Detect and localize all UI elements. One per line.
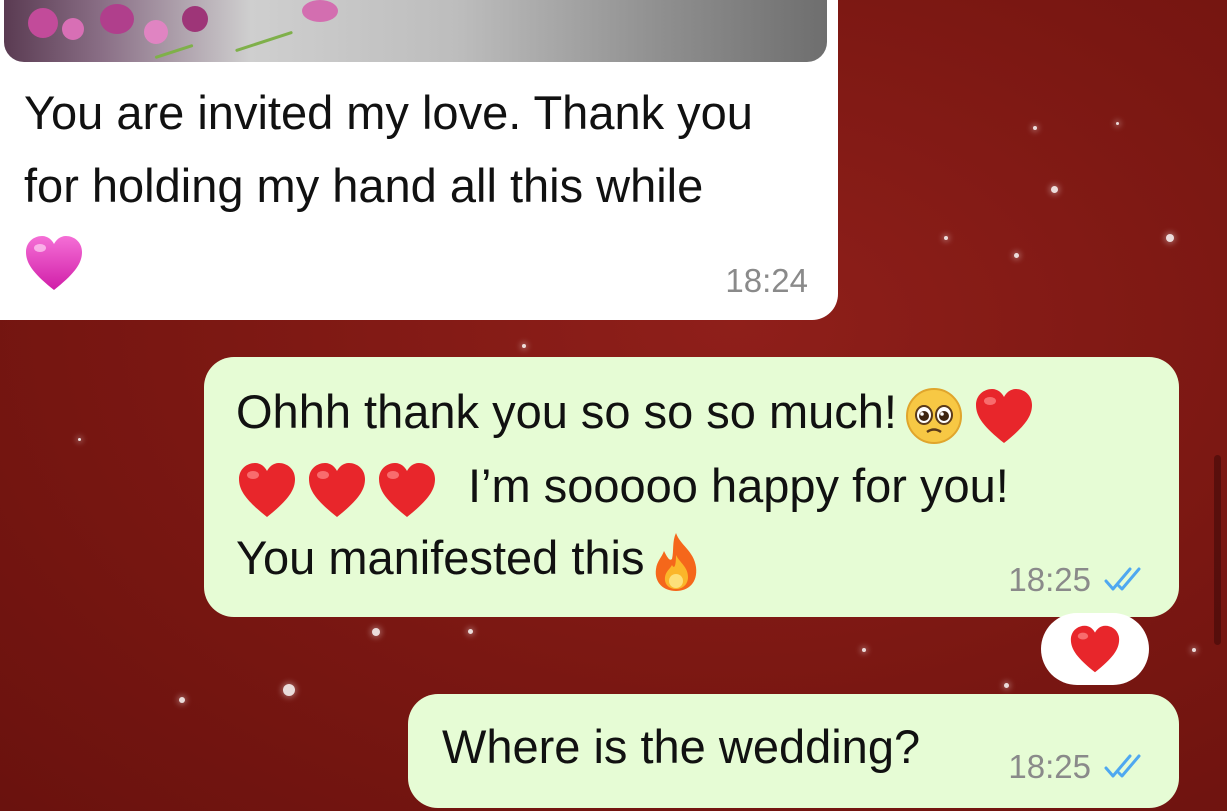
- incoming-message-bubble[interactable]: You are invited my love. Thank you for h…: [0, 0, 838, 320]
- outgoing-message-bubble[interactable]: Where is the wedding? 18:25: [408, 694, 1179, 808]
- red-heart-emoji-icon: [309, 462, 365, 517]
- outgoing-message-line1: Ohhh thank you so so so much!: [236, 375, 1035, 448]
- incoming-message-time: 18:24: [725, 262, 808, 299]
- message-reaction-chip[interactable]: [1041, 613, 1149, 685]
- pleading-face-emoji-icon: [905, 387, 962, 444]
- red-heart-emoji-icon: [975, 388, 1032, 443]
- outgoing-message-line3-text: You manifested this: [236, 531, 645, 584]
- image-attachment-preview[interactable]: [4, 0, 827, 62]
- read-receipt-double-check-icon: [1104, 754, 1141, 778]
- read-receipt-double-check-icon: [1104, 567, 1141, 591]
- outgoing-message-time: 18:25: [1008, 561, 1091, 598]
- incoming-message-text-line1: You are invited my love. Thank you: [24, 86, 753, 139]
- red-heart-emoji-icon: [379, 462, 435, 517]
- outgoing-message-line2-text: I’m sooooo happy for you!: [468, 459, 1009, 512]
- outgoing-message-line2: I’m sooooo happy for you!: [236, 449, 1009, 522]
- outgoing-message-time: 18:25: [1008, 748, 1091, 785]
- red-heart-reaction-icon: [1070, 625, 1120, 673]
- incoming-message-text-line2: for holding my hand all this while: [24, 159, 704, 212]
- red-heart-emoji-icon: [239, 462, 295, 517]
- pink-heart-emoji-icon: [26, 236, 82, 290]
- fire-emoji-icon: [656, 532, 697, 591]
- outgoing-message-text: Where is the wedding?: [442, 720, 921, 773]
- outgoing-message-line3: You manifested this: [236, 521, 702, 594]
- outgoing-message-bubble[interactable]: Ohhh thank you so so so much! I’m sooooo…: [204, 357, 1179, 617]
- chat-scrollbar[interactable]: [1214, 455, 1221, 645]
- outgoing-message-line1-text: Ohhh thank you so so so much!: [236, 385, 897, 438]
